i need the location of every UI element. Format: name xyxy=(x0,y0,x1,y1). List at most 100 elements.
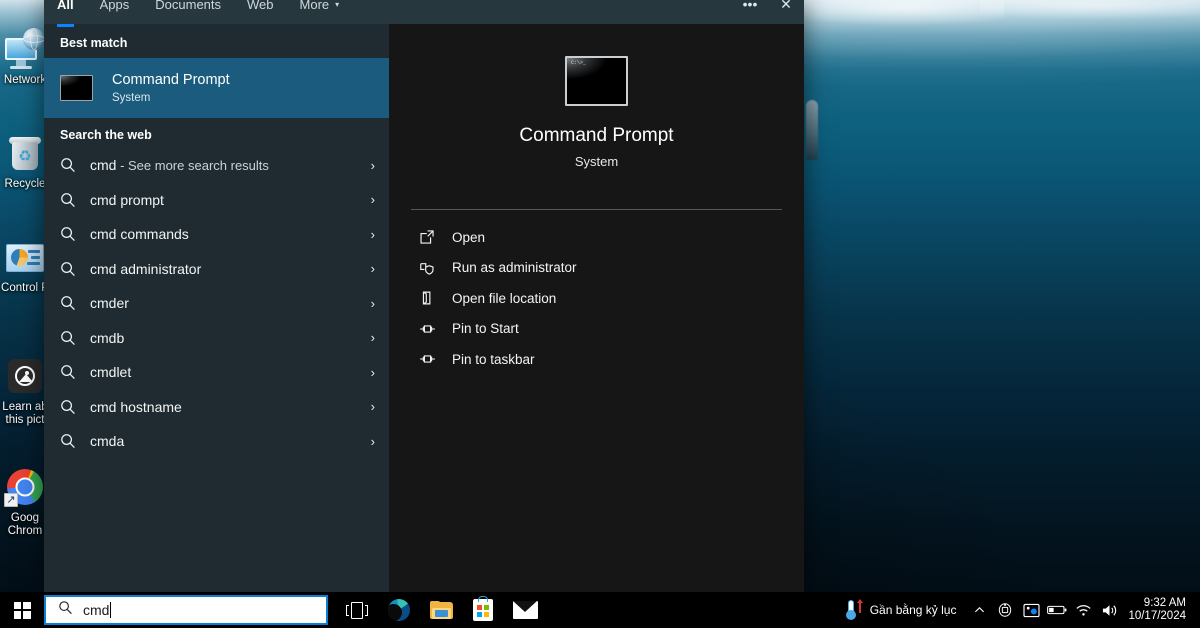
task-view-icon xyxy=(346,602,368,619)
taskbar-search-input[interactable]: cmd xyxy=(44,595,328,625)
text-caret xyxy=(110,602,111,618)
app-actions-list: Open Run as administrator Open file locati… xyxy=(389,222,804,375)
search-icon xyxy=(60,295,80,311)
search-icon xyxy=(60,330,80,346)
taskbar-button-task-view[interactable] xyxy=(336,592,378,628)
chevron-right-icon: › xyxy=(371,261,375,276)
learn-about-picture-icon xyxy=(4,355,46,397)
chevron-right-icon: › xyxy=(371,365,375,380)
chevron-right-icon: › xyxy=(371,434,375,449)
taskbar-button-file-explorer[interactable] xyxy=(420,592,462,628)
preview-title: Command Prompt xyxy=(519,125,673,147)
best-match-title: Command Prompt xyxy=(112,71,230,89)
search-tabstrip: All Apps Documents Web More ▾ ••• ✕ xyxy=(44,0,804,24)
web-suggestion-label: cmd hostname xyxy=(90,399,371,415)
web-suggestion-item[interactable]: cmd commands› xyxy=(44,217,389,252)
clock-and-date[interactable]: 9:32 AM 10/17/2024 xyxy=(1122,592,1196,628)
chevron-down-icon: ▾ xyxy=(335,0,339,10)
search-icon xyxy=(58,600,73,620)
microsoft-edge-icon xyxy=(388,599,410,621)
app-action-label: Run as administrator xyxy=(452,260,577,275)
recycle-bin-icon: ♻ xyxy=(4,132,46,174)
preview-divider xyxy=(411,209,782,210)
web-suggestion-label: cmdlet xyxy=(90,364,371,380)
web-suggestion-item[interactable]: cmdlet› xyxy=(44,355,389,390)
search-icon xyxy=(60,433,80,449)
chevron-right-icon: › xyxy=(371,399,375,414)
web-suggestion-label: cmda xyxy=(90,433,371,449)
thermometer-icon xyxy=(845,600,861,620)
close-icon[interactable]: ✕ xyxy=(768,0,804,24)
start-button[interactable] xyxy=(0,592,44,628)
search-icon xyxy=(60,192,80,208)
onedrive-icon[interactable] xyxy=(992,592,1018,628)
tab-apps[interactable]: Apps xyxy=(87,0,143,24)
taskbar: cmd xyxy=(0,592,1200,628)
app-action-open-file-location[interactable]: Open file location xyxy=(389,283,804,314)
shield-run-icon xyxy=(419,260,441,276)
preview-subtitle: System xyxy=(575,154,618,169)
battery-icon[interactable] xyxy=(1044,592,1070,628)
preview-header: C:\>_ Command Prompt System xyxy=(389,24,804,206)
app-action-pin-to-start[interactable]: Pin to Start xyxy=(389,314,804,345)
file-explorer-icon xyxy=(430,601,453,620)
web-suggestion-label: cmder xyxy=(90,295,371,311)
chevron-right-icon: › xyxy=(371,227,375,242)
web-suggestion-item[interactable]: cmd administrator› xyxy=(44,252,389,287)
web-suggestion-label: cmdb xyxy=(90,330,371,346)
web-suggestion-label: cmd administrator xyxy=(90,261,371,277)
app-action-run-as-administrator[interactable]: Run as administrator xyxy=(389,253,804,284)
wave-foam xyxy=(980,0,1200,20)
app-action-label: Open file location xyxy=(452,291,556,306)
web-suggestion-item[interactable]: cmdb› xyxy=(44,321,389,356)
wifi-icon[interactable] xyxy=(1070,592,1096,628)
chevron-right-icon: › xyxy=(371,192,375,207)
best-match-result-row[interactable]: Command Prompt System xyxy=(44,58,389,118)
tab-more[interactable]: More ▾ xyxy=(287,0,353,24)
web-suggestion-item[interactable]: cmd - See more search results› xyxy=(44,148,389,183)
search-icon xyxy=(60,399,80,415)
tab-documents[interactable]: Documents xyxy=(142,0,234,24)
network-share-icon[interactable] xyxy=(1018,592,1044,628)
prompt-text: C:\>_ xyxy=(571,60,586,66)
pin-icon xyxy=(419,321,441,337)
web-suggestion-item[interactable]: cmda› xyxy=(44,424,389,459)
search-icon xyxy=(60,157,80,173)
command-prompt-large-icon: C:\>_ xyxy=(565,56,628,106)
tab-all[interactable]: All xyxy=(44,0,87,24)
tab-web[interactable]: Web xyxy=(234,0,287,24)
google-chrome-icon: ↗ xyxy=(4,466,46,508)
chevron-right-icon: › xyxy=(371,158,375,173)
microsoft-store-icon xyxy=(473,599,493,621)
app-action-open[interactable]: Open xyxy=(389,222,804,253)
network-icon xyxy=(4,28,46,70)
system-tray: Gần bằng kỷ lục xyxy=(839,592,1200,628)
search-the-web-header: Search the web xyxy=(44,120,152,150)
chevron-right-icon: › xyxy=(371,296,375,311)
search-icon xyxy=(60,364,80,380)
control-panel-icon xyxy=(4,236,46,278)
web-suggestions-list: cmd - See more search results›cmd prompt… xyxy=(44,148,389,459)
open-icon xyxy=(419,229,441,245)
taskbar-button-microsoft-edge[interactable] xyxy=(378,592,420,628)
command-prompt-icon xyxy=(60,75,93,101)
taskbar-button-mail[interactable] xyxy=(504,592,546,628)
weather-text: Gần bằng kỷ lục xyxy=(870,603,957,617)
taskbar-button-microsoft-store[interactable] xyxy=(462,592,504,628)
web-suggestion-item[interactable]: cmder› xyxy=(44,286,389,321)
weather-widget[interactable]: Gần bằng kỷ lục xyxy=(839,592,967,628)
show-hidden-icons-button[interactable] xyxy=(966,592,992,628)
search-icon xyxy=(60,226,80,242)
pin-icon xyxy=(419,351,441,367)
volume-icon[interactable] xyxy=(1096,592,1122,628)
search-results-pane: Best match Command Prompt System Search … xyxy=(44,0,389,592)
mail-icon xyxy=(513,601,538,619)
web-suggestion-item[interactable]: cmd hostname› xyxy=(44,390,389,425)
web-suggestion-item[interactable]: cmd prompt› xyxy=(44,183,389,218)
tab-label: Web xyxy=(247,0,274,10)
app-preview-pane: C:\>_ Command Prompt System Open Run as a… xyxy=(389,0,804,592)
search-input-value: cmd xyxy=(83,602,111,618)
more-options-button[interactable]: ••• xyxy=(732,0,768,24)
shortcut-arrow-overlay: ↗ xyxy=(4,493,18,507)
app-action-pin-to-taskbar[interactable]: Pin to taskbar xyxy=(389,344,804,375)
